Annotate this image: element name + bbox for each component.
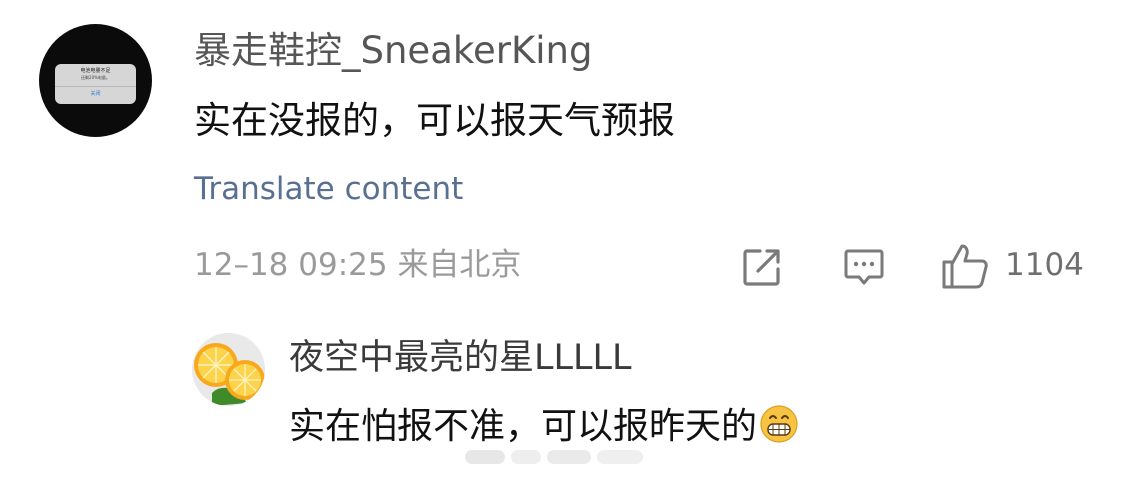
avatar-alert-divider bbox=[55, 86, 136, 87]
orange-slices-image bbox=[192, 333, 265, 406]
translate-content-link[interactable]: Translate content bbox=[194, 168, 463, 210]
avatar-alert-title: 电池电量不足 bbox=[80, 68, 111, 74]
watermark bbox=[465, 450, 643, 464]
reply-text: 实在怕报不准，可以报昨天的 bbox=[289, 406, 758, 447]
reply-avatar[interactable] bbox=[192, 333, 265, 406]
avatar-battery-alert: 电池电量不足 还剩20%电量。 关闭 bbox=[55, 64, 136, 104]
comment-meta: 12–18 09:25 来自北京 bbox=[194, 247, 522, 283]
like-count: 1104 bbox=[1005, 247, 1084, 283]
comment-icon[interactable] bbox=[842, 245, 886, 289]
avatar-alert-body: 还剩20%电量。 bbox=[81, 75, 110, 80]
grinning-face-icon bbox=[760, 405, 798, 443]
share-icon[interactable] bbox=[740, 245, 784, 289]
avatar-alert-button: 关闭 bbox=[90, 91, 101, 97]
avatar[interactable]: 电池电量不足 还剩20%电量。 关闭 bbox=[39, 24, 152, 137]
comment-text: 实在没报的，可以报天气预报 bbox=[194, 99, 675, 142]
reply-username[interactable]: 夜空中最亮的星LLLLL bbox=[289, 336, 632, 380]
thumbs-up-icon[interactable] bbox=[940, 242, 990, 290]
reply-text-line: 实在怕报不准，可以报昨天的 bbox=[289, 404, 799, 450]
comment-username[interactable]: 暴走鞋控_SneakerKing bbox=[194, 28, 592, 74]
